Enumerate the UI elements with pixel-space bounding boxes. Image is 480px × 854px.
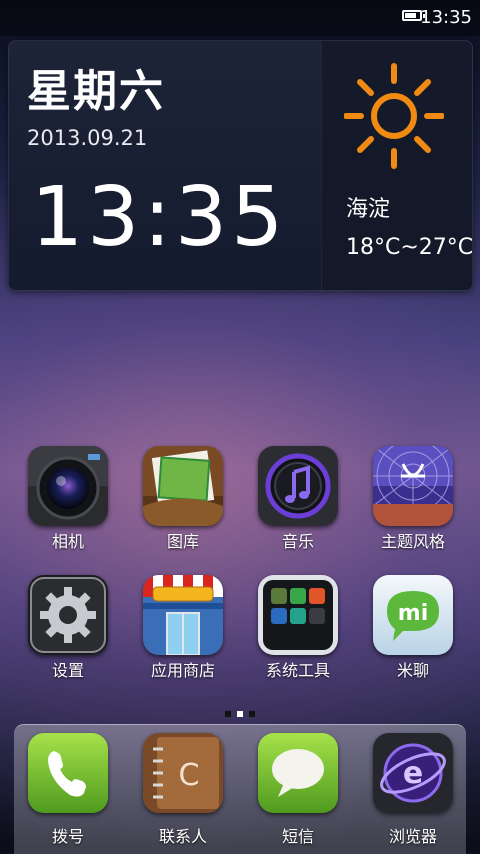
app-camera[interactable]: 相机 xyxy=(18,446,118,566)
store-icon xyxy=(143,575,223,655)
widget-date: 2013.09.21 xyxy=(27,126,148,150)
svg-text:mi: mi xyxy=(398,601,428,626)
app-contacts[interactable]: C 联系人 xyxy=(133,733,233,853)
widget-weekday: 星期六 xyxy=(27,66,165,117)
dock-label: 联系人 xyxy=(158,827,207,846)
app-mitalk[interactable]: mi 米聊 xyxy=(363,575,463,695)
app-label: 图库 xyxy=(166,532,199,551)
gallery-icon xyxy=(143,446,223,526)
app-label: 系统工具 xyxy=(265,661,330,680)
app-settings[interactable]: 设置 xyxy=(18,575,118,695)
phone-icon xyxy=(28,733,108,813)
messages-icon xyxy=(258,733,338,813)
app-tools-folder[interactable]: 系统工具 xyxy=(248,575,348,695)
dock-label: 浏览器 xyxy=(388,827,437,846)
page-dot[interactable] xyxy=(225,711,231,717)
app-label: 应用商店 xyxy=(150,661,215,680)
dock: 拨号 C 联系人 短信 e 浏览器 xyxy=(14,724,466,854)
app-messages[interactable]: 短信 xyxy=(248,733,348,853)
status-bar: 13:35 xyxy=(0,0,480,36)
browser-icon: e xyxy=(373,733,453,813)
clock-weather-widget[interactable]: 星期六 2013.09.21 13:35 海淀 18°C~27°C xyxy=(8,40,473,291)
battery-level xyxy=(405,13,416,18)
settings-icon xyxy=(28,575,108,655)
app-label: 音乐 xyxy=(281,532,314,551)
battery-icon xyxy=(402,10,425,21)
svg-text:e: e xyxy=(403,756,423,791)
dock-label: 拨号 xyxy=(51,827,84,846)
music-icon xyxy=(258,446,338,526)
app-store[interactable]: 应用商店 xyxy=(133,575,233,695)
sun-icon xyxy=(344,63,444,169)
weather-temperature: 18°C~27°C xyxy=(346,235,473,260)
dock-label: 短信 xyxy=(281,827,314,846)
app-browser[interactable]: e 浏览器 xyxy=(363,733,463,853)
app-label: 设置 xyxy=(51,661,84,680)
contacts-icon: C xyxy=(143,733,223,813)
widget-time: 13:35 xyxy=(31,170,288,265)
app-label: 主题风格 xyxy=(380,532,445,551)
app-label: 米聊 xyxy=(396,661,429,680)
app-phone[interactable]: 拨号 xyxy=(18,733,118,853)
app-music[interactable]: 音乐 xyxy=(248,446,348,566)
page-indicator[interactable] xyxy=(0,702,480,717)
app-theme[interactable]: 主题风格 xyxy=(363,446,463,566)
app-gallery[interactable]: 图库 xyxy=(133,446,233,566)
status-time: 13:35 xyxy=(420,7,472,28)
theme-icon xyxy=(373,446,453,526)
page-dot-active[interactable] xyxy=(237,711,243,717)
page-dot[interactable] xyxy=(249,711,255,717)
app-label: 相机 xyxy=(51,532,84,551)
camera-icon xyxy=(28,446,108,526)
tools-folder-icon xyxy=(258,575,338,655)
mitalk-icon: mi xyxy=(373,575,453,655)
svg-text:C: C xyxy=(179,758,200,793)
weather-city: 海淀 xyxy=(346,197,391,222)
